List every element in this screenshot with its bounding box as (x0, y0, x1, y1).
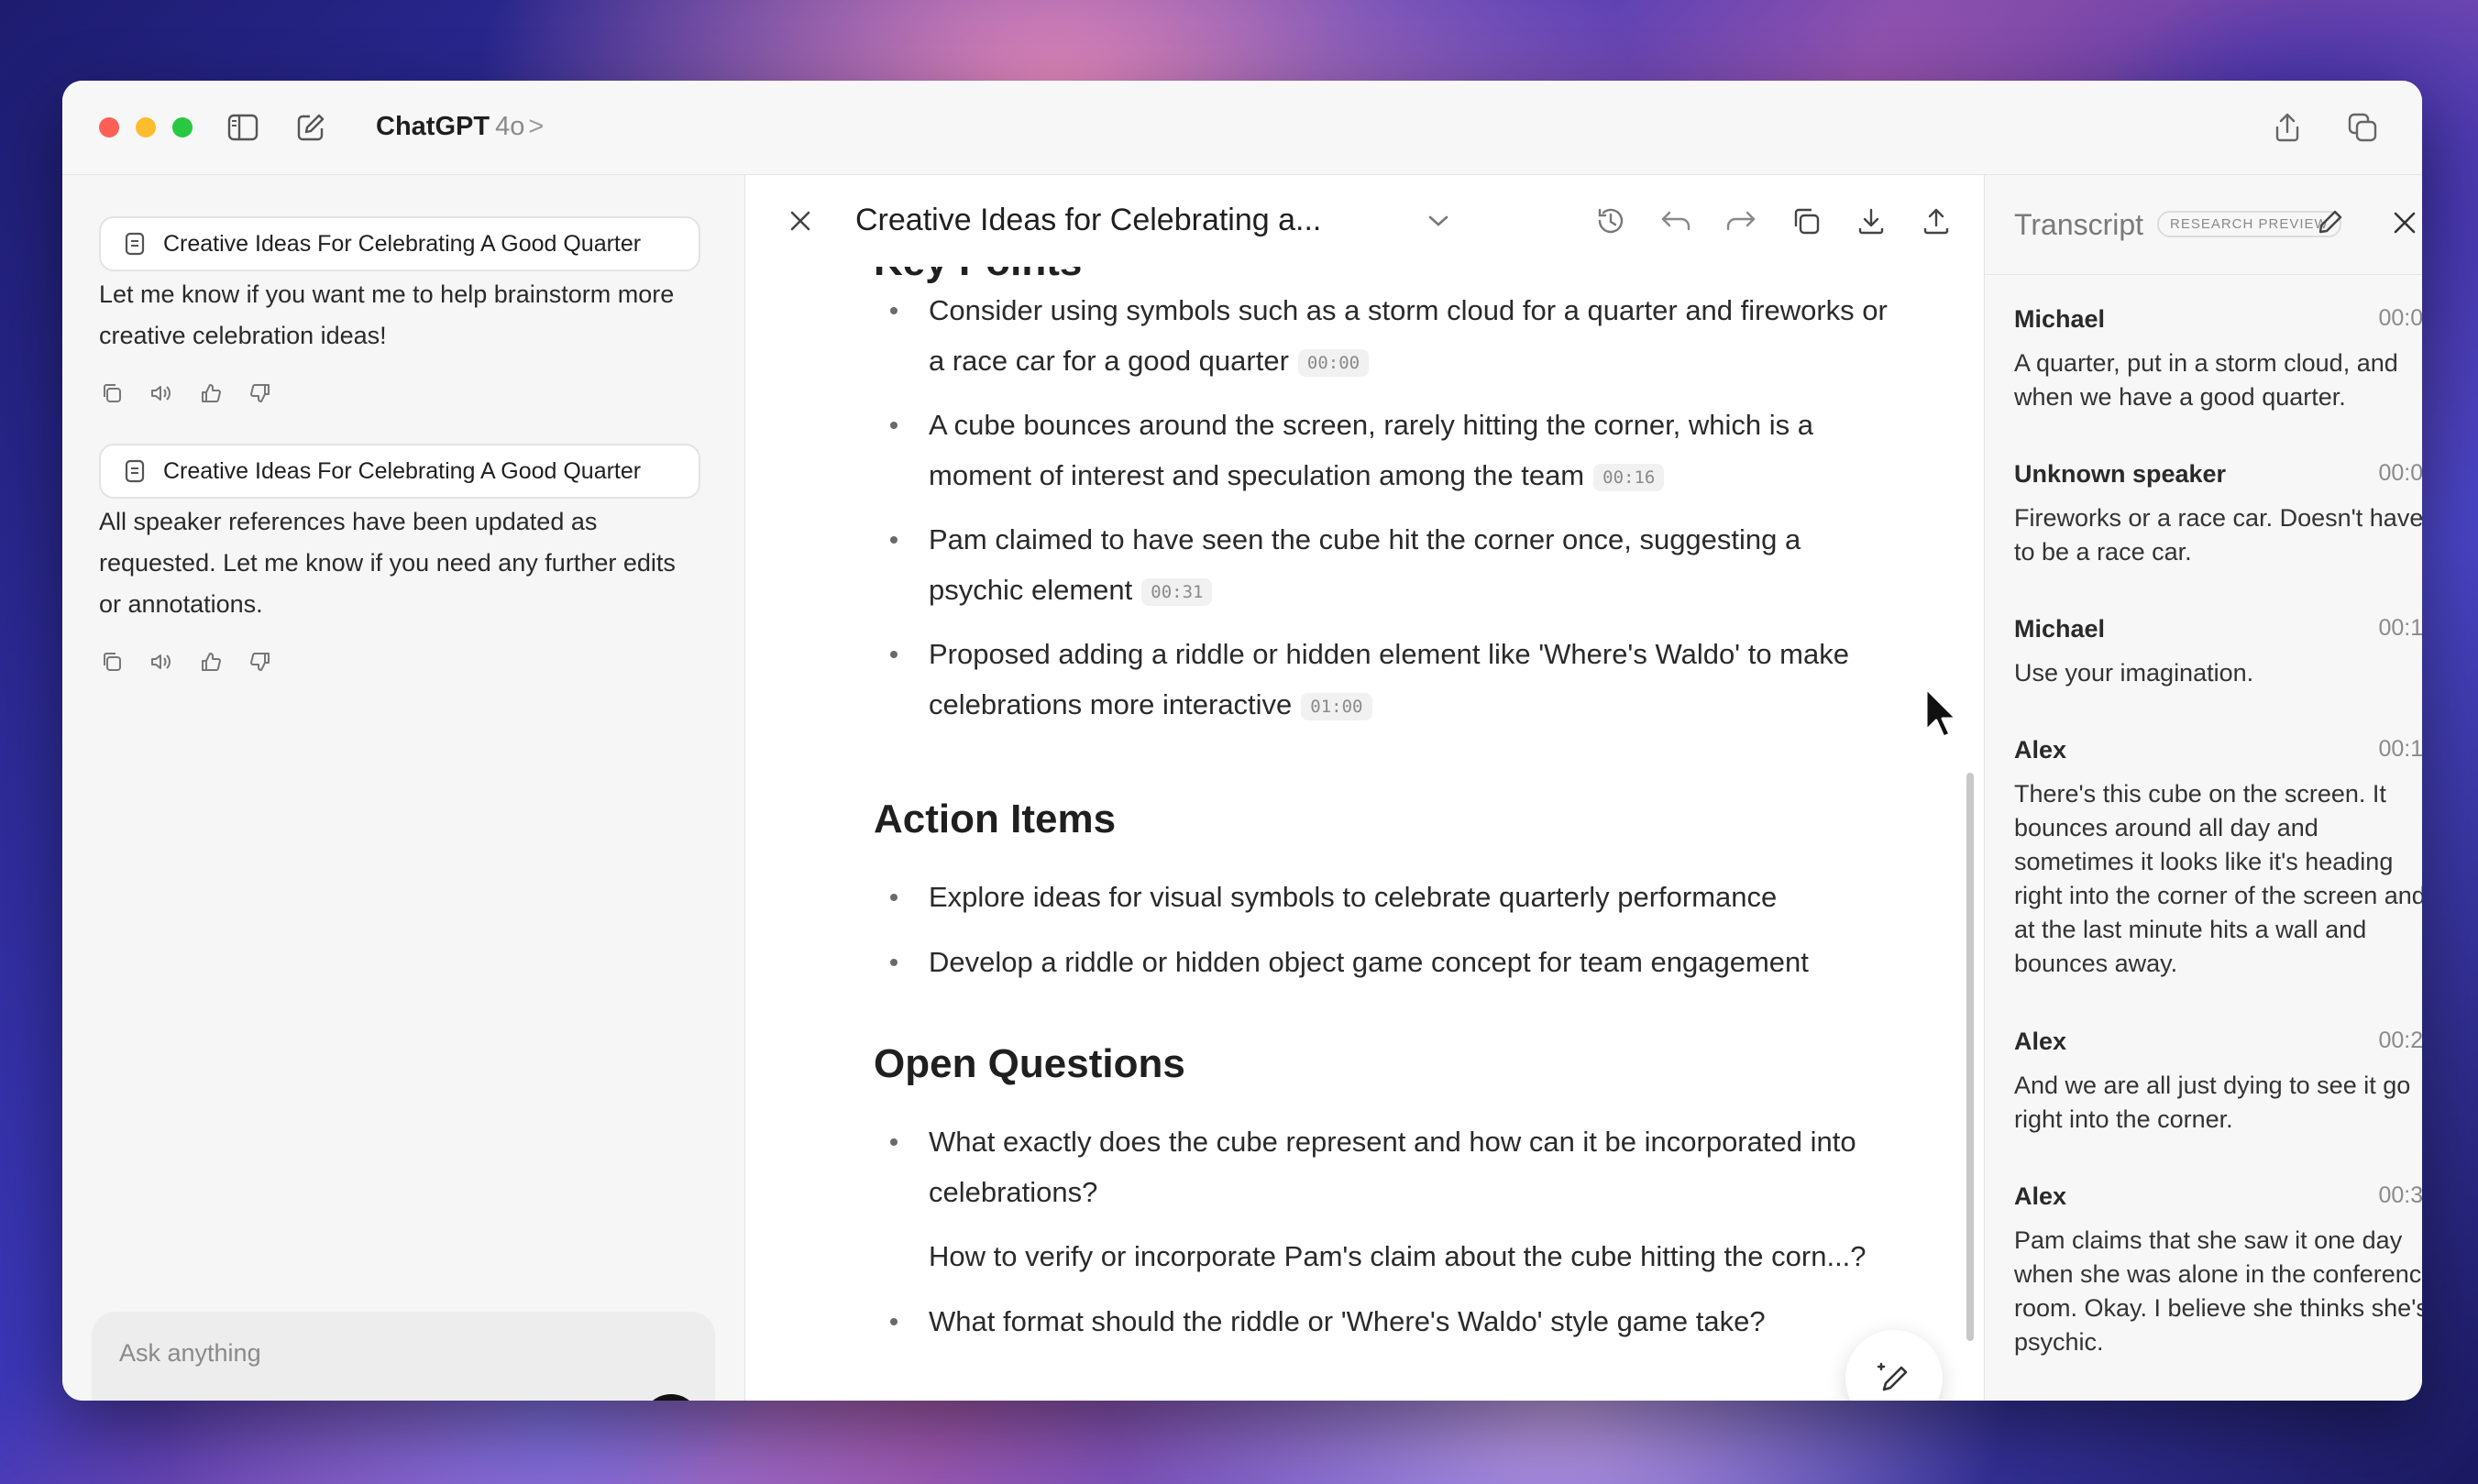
action-items-heading: Action Items (874, 797, 1117, 841)
list-item: Proposed adding a riddle or hidden eleme… (890, 629, 1900, 730)
speaker-name: Alex (2014, 1182, 2067, 1210)
speaker-name: Michael (2014, 305, 2106, 333)
share-icon[interactable] (1918, 203, 1955, 239)
zoom-window-button[interactable] (172, 117, 193, 137)
speaker-name: Alex (2014, 1028, 2067, 1055)
speaker-name: Michael (2014, 615, 2106, 643)
copy-icon[interactable] (99, 649, 125, 675)
entry-text: There's this cube on the screen. It boun… (2014, 780, 2422, 977)
undo-icon[interactable] (1658, 203, 1694, 239)
entry-text: And we are all just dying to see it go r… (2014, 1072, 2411, 1133)
list-item: Explore ideas for visual symbols to cele… (890, 872, 1900, 922)
timestamp-badge[interactable]: 01:00 (1301, 692, 1372, 720)
transcript-pane: Transcript RESEARCH PREVIEW Michael 00:0… (1984, 175, 2422, 1401)
thumbs-up-icon[interactable] (198, 649, 224, 675)
read-aloud-icon[interactable] (149, 380, 174, 406)
app-window: ChatGPT 4o > Creative Ideas For Celebratin… (62, 81, 2422, 1401)
transcript-entry[interactable]: Michael 00:15 Use your imagination. (2014, 615, 2422, 690)
message-actions (99, 649, 273, 675)
transcript-entry[interactable]: Alex 00:16 There's this cube on the scre… (2014, 736, 2422, 981)
transcript-entry[interactable]: Michael 00:00 A quarter, put in a storm … (2014, 305, 2422, 414)
scrollbar-thumb[interactable] (1966, 773, 1974, 1341)
model-label: 4o (495, 112, 525, 141)
chat-pane: Creative Ideas For Celebrating A Good Qu… (62, 175, 745, 1401)
assistant-message: Let me know if you want me to help brain… (99, 280, 675, 349)
open-questions-heading: Open Questions (874, 1041, 1185, 1086)
voice-mode-button[interactable] (642, 1394, 700, 1401)
research-preview-badge: RESEARCH PREVIEW (2157, 211, 2341, 237)
new-chat-icon[interactable] (293, 110, 328, 145)
timestamp-badge[interactable]: 00:16 (1593, 463, 1665, 491)
entry-time[interactable]: 00:26 (2378, 1028, 2422, 1054)
canvas-doc-chip[interactable]: Creative Ideas For Celebrating A Good Qu… (99, 216, 700, 271)
chevron-down-icon[interactable] (1420, 203, 1457, 239)
key-point-text: Proposed adding a riddle or hidden eleme… (929, 638, 1849, 720)
document-icon (125, 459, 145, 483)
list-item: What format should the riddle or 'Where'… (890, 1296, 1900, 1347)
transcript-entry[interactable]: Alex 00:26 And we are all just dying to … (2014, 1028, 2422, 1137)
key-point-text: A cube bounces around the screen, rarely… (929, 409, 1814, 491)
list-item: Pam claimed to have seen the cube hit th… (890, 514, 1900, 615)
transcript-entry[interactable]: Unknown speaker 00:08 Fireworks or a rac… (2014, 460, 2422, 569)
key-point-text: Consider using symbols such as a storm c… (929, 294, 1888, 377)
entry-text: Pam claims that she saw it one day when … (2014, 1226, 2422, 1356)
list-item: What exactly does the cube represent and… (890, 1116, 1900, 1217)
app-name: ChatGPT (376, 112, 490, 141)
canvas-title[interactable]: Creative Ideas for Celebrating a... (855, 203, 1321, 238)
mouse-cursor-icon (1923, 686, 1960, 745)
history-icon[interactable] (1592, 203, 1629, 239)
read-aloud-icon[interactable] (149, 649, 174, 675)
canvas-doc-chip[interactable]: Creative Ideas For Celebrating A Good Qu… (99, 444, 700, 499)
download-icon[interactable] (1853, 203, 1889, 239)
assistant-message: All speaker references have been updated… (99, 508, 676, 618)
entry-time[interactable]: 00:31 (2378, 1182, 2422, 1209)
edit-icon[interactable] (2317, 208, 2344, 240)
timestamp-badge[interactable]: 00:00 (1297, 348, 1370, 377)
thumbs-down-icon[interactable] (248, 380, 273, 406)
list-item: A cube bounces around the screen, rarely… (890, 400, 1900, 500)
list-item: Develop a riddle or hidden object game c… (890, 937, 1900, 987)
transcript-entry[interactable]: Alex 00:31 Pam claims that she saw it on… (2014, 1182, 2422, 1359)
canvas-header: Creative Ideas for Celebrating a... (745, 175, 1983, 267)
entry-time[interactable]: 00:08 (2378, 460, 2422, 487)
list-item: How to verify or incorporate Pam's claim… (929, 1231, 1910, 1281)
speaker-name: Unknown speaker (2014, 460, 2227, 488)
list-item: Consider using symbols such as a storm c… (890, 285, 1900, 386)
entry-time[interactable]: 00:00 (2378, 305, 2422, 332)
chevron-right-icon: > (528, 112, 545, 141)
document-icon (125, 232, 145, 256)
title-bar: ChatGPT 4o > (62, 81, 2422, 175)
composer-input[interactable]: Ask anything (119, 1339, 261, 1368)
message-actions (99, 380, 273, 406)
minimize-window-button[interactable] (136, 117, 156, 137)
copy-icon[interactable] (1788, 203, 1824, 239)
speaker-name: Alex (2014, 736, 2067, 764)
composer[interactable]: Ask anything 4o (92, 1312, 715, 1401)
doc-chip-label: Creative Ideas For Celebrating A Good Qu… (163, 230, 642, 257)
magic-pencil-icon (1877, 1362, 1908, 1391)
close-window-button[interactable] (99, 117, 119, 137)
close-icon[interactable] (2392, 210, 2417, 240)
share-icon[interactable] (2270, 110, 2305, 145)
entry-text: A quarter, put in a storm cloud, and whe… (2014, 349, 2398, 411)
transcript-title: Transcript (2014, 208, 2144, 241)
app-title[interactable]: ChatGPT 4o > (376, 112, 544, 142)
thumbs-down-icon[interactable] (248, 649, 273, 675)
doc-chip-label: Creative Ideas For Celebrating A Good Qu… (163, 457, 642, 484)
close-icon[interactable] (782, 203, 819, 239)
timestamp-badge[interactable]: 00:31 (1141, 577, 1213, 606)
entry-time[interactable]: 00:15 (2378, 615, 2422, 642)
canvas-pane: Creative Ideas for Celebrating a... Key … (745, 175, 1983, 1401)
key-point-text: Pam claimed to have seen the cube hit th… (929, 523, 1801, 606)
pop-out-window-icon[interactable] (2345, 110, 2380, 145)
entry-text: Fireworks or a race car. Doesn't have to… (2014, 504, 2422, 566)
transcript-header: Transcript RESEARCH PREVIEW (1985, 175, 2422, 275)
entry-text: Use your imagination. (2014, 659, 2254, 687)
copy-icon[interactable] (99, 380, 125, 406)
thumbs-up-icon[interactable] (198, 380, 224, 406)
redo-icon[interactable] (1723, 203, 1759, 239)
sidebar-toggle-icon[interactable] (226, 110, 260, 145)
entry-time[interactable]: 00:16 (2378, 736, 2422, 763)
